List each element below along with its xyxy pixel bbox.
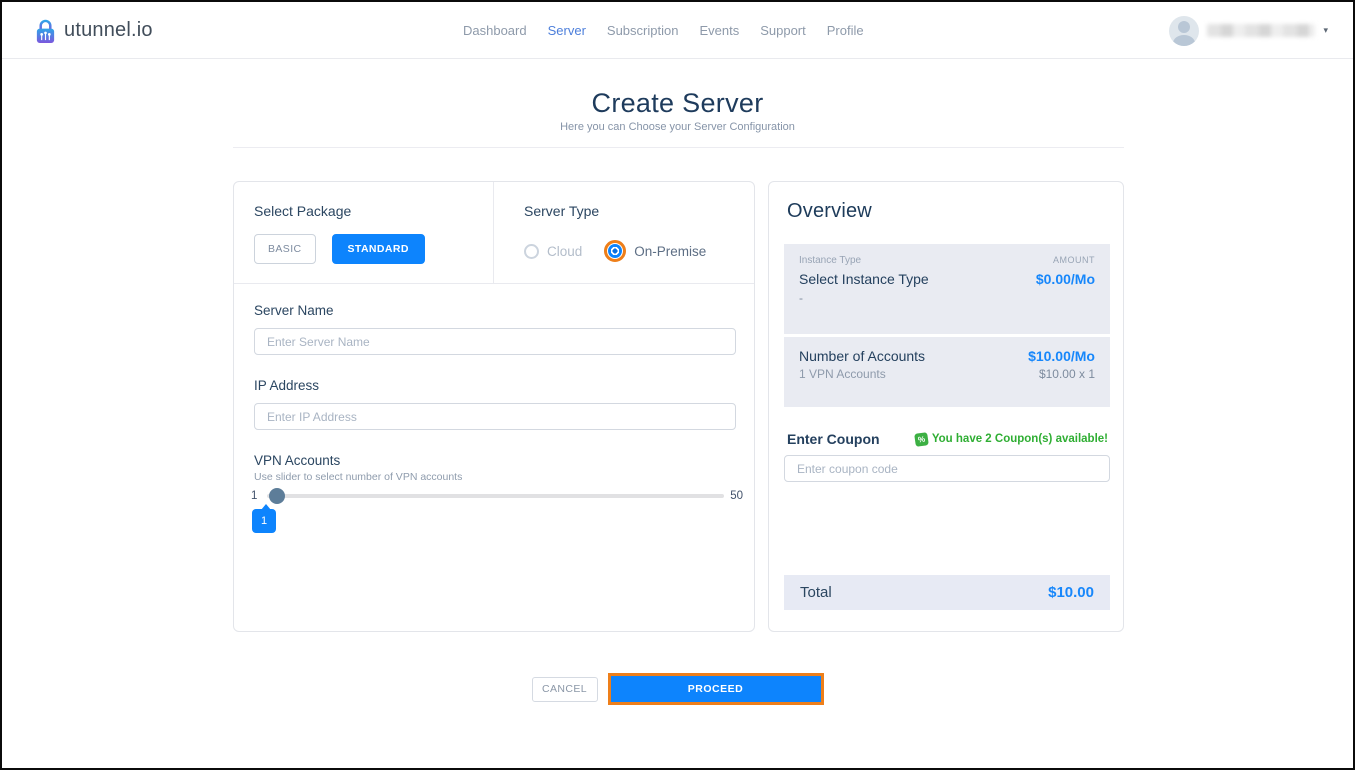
- accounts-sub: 1 VPN Accounts: [799, 367, 886, 381]
- server-type-title: Server Type: [524, 203, 599, 219]
- slider-track[interactable]: [267, 487, 724, 505]
- slider-value-tooltip: 1: [252, 509, 276, 533]
- package-buttons: BASIC STANDARD: [254, 234, 425, 264]
- proceed-button[interactable]: PROCEED: [611, 676, 821, 702]
- accounts-label: Number of Accounts: [799, 348, 925, 364]
- total-amount: $10.00: [1048, 584, 1094, 601]
- app-window: utunnel.io Dashboard Server Subscription…: [0, 0, 1355, 770]
- total-panel: Total $10.00: [784, 575, 1110, 610]
- coupon-code-input[interactable]: [784, 455, 1110, 482]
- logo[interactable]: utunnel.io: [34, 2, 153, 59]
- server-type-options: Cloud On-Premise: [524, 240, 706, 262]
- standard-package-button[interactable]: STANDARD: [332, 234, 425, 264]
- instance-price: $0.00/Mo: [1036, 271, 1095, 287]
- cloud-radio-option[interactable]: Cloud: [524, 244, 582, 259]
- logo-text: utunnel.io: [64, 19, 153, 42]
- coupon-header-row: Enter Coupon % You have 2 Coupon(s) avai…: [787, 431, 1108, 447]
- accounts-price-detail: $10.00 x 1: [1039, 367, 1095, 381]
- proceed-annotation-frame: PROCEED: [608, 673, 824, 705]
- amount-header: AMOUNT: [1053, 255, 1095, 265]
- vpn-accounts-slider: 1 50: [251, 487, 743, 505]
- server-config-card: Select Package BASIC STANDARD Server Typ…: [233, 181, 755, 632]
- nav-item-profile[interactable]: Profile: [827, 23, 864, 38]
- instance-type-caption: Instance Type: [799, 255, 861, 266]
- slider-min-label: 1: [251, 490, 261, 502]
- radio-unselected-icon[interactable]: [524, 244, 539, 259]
- vertical-divider: [493, 182, 494, 284]
- overview-title: Overview: [787, 200, 872, 223]
- enter-coupon-label: Enter Coupon: [787, 431, 880, 447]
- select-package-title: Select Package: [254, 203, 351, 219]
- top-navbar: utunnel.io Dashboard Server Subscription…: [2, 2, 1353, 59]
- basic-package-button[interactable]: BASIC: [254, 234, 316, 264]
- main-nav: Dashboard Server Subscription Events Sup…: [463, 2, 864, 59]
- nav-item-subscription[interactable]: Subscription: [607, 23, 679, 38]
- instance-detail: -: [799, 291, 1095, 305]
- radio-selected-icon[interactable]: [608, 244, 622, 258]
- nav-item-server[interactable]: Server: [548, 23, 586, 38]
- instance-type-value: Select Instance Type: [799, 271, 929, 287]
- padlock-logo-icon: [34, 18, 57, 44]
- total-label: Total: [800, 584, 832, 601]
- ip-address-label: IP Address: [254, 378, 319, 393]
- chevron-down-icon: ▾: [1323, 25, 1328, 36]
- annotation-highlight-ring: [604, 240, 626, 262]
- page-title: Create Server: [2, 88, 1353, 119]
- coupon-availability: % You have 2 Coupon(s) available!: [915, 433, 1108, 446]
- vpn-accounts-hint: Use slider to select number of VPN accou…: [254, 471, 462, 483]
- overview-card: Overview Instance Type AMOUNT Select Ins…: [768, 181, 1124, 632]
- server-name-label: Server Name: [254, 303, 334, 318]
- accounts-price: $10.00/Mo: [1028, 348, 1095, 364]
- profile-name-redacted: [1207, 24, 1315, 37]
- slider-max-label: 50: [730, 490, 743, 502]
- on-premise-radio-label: On-Premise: [634, 244, 706, 259]
- ip-address-input[interactable]: [254, 403, 736, 430]
- avatar: [1169, 16, 1199, 46]
- instance-type-panel: Instance Type AMOUNT Select Instance Typ…: [784, 244, 1110, 334]
- nav-item-events[interactable]: Events: [699, 23, 739, 38]
- server-name-input[interactable]: [254, 328, 736, 355]
- slider-handle[interactable]: [269, 488, 285, 504]
- profile-menu[interactable]: ▾: [1169, 2, 1328, 59]
- action-buttons: CANCEL PROCEED: [2, 673, 1353, 705]
- package-type-section: Select Package BASIC STANDARD Server Typ…: [234, 182, 754, 284]
- vpn-accounts-label: VPN Accounts: [254, 453, 340, 468]
- accounts-panel: Number of Accounts $10.00/Mo 1 VPN Accou…: [784, 337, 1110, 407]
- coupon-availability-text: You have 2 Coupon(s) available!: [932, 433, 1108, 445]
- slider-rail[interactable]: [267, 494, 724, 498]
- nav-item-dashboard[interactable]: Dashboard: [463, 23, 527, 38]
- page-subtitle: Here you can Choose your Server Configur…: [2, 121, 1353, 133]
- cancel-button[interactable]: CANCEL: [532, 677, 598, 702]
- cloud-radio-label: Cloud: [547, 244, 582, 259]
- title-divider: [233, 147, 1124, 148]
- coupon-tag-icon: %: [914, 432, 929, 447]
- on-premise-radio-option[interactable]: On-Premise: [604, 240, 706, 262]
- nav-item-support[interactable]: Support: [760, 23, 806, 38]
